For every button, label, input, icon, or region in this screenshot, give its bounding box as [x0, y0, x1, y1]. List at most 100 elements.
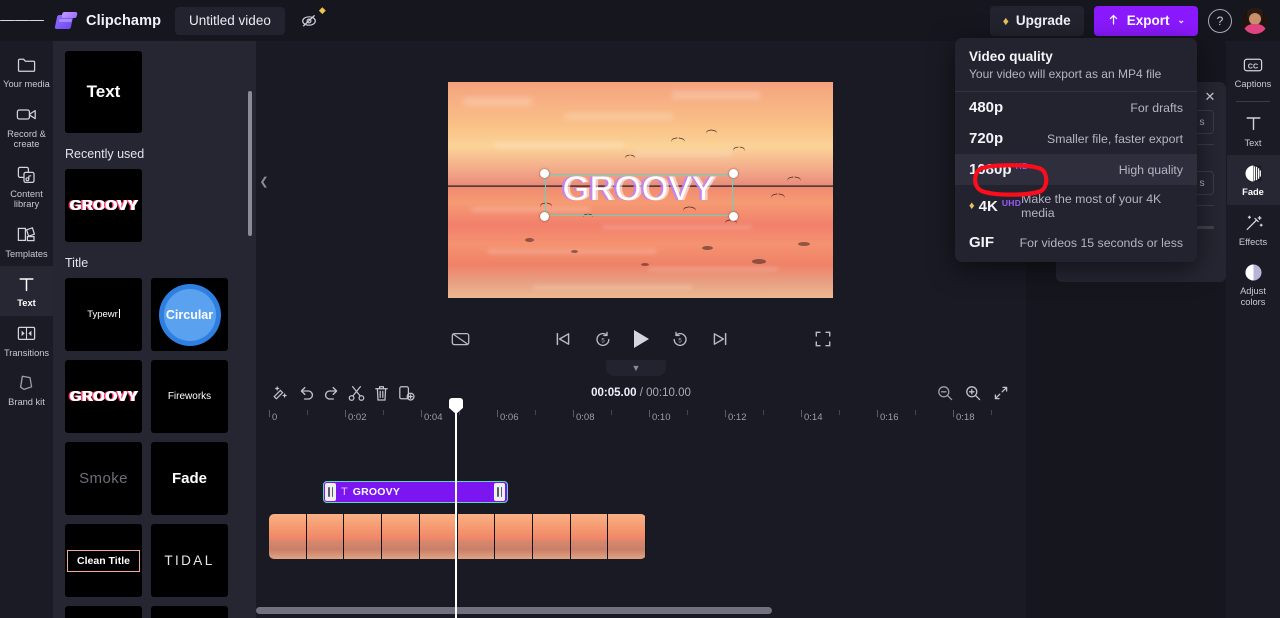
zoom-in-icon[interactable] — [960, 381, 985, 406]
skip-to-end-icon[interactable] — [711, 331, 729, 347]
text-selection-box[interactable]: GROOVY — [540, 169, 738, 221]
delete-icon[interactable] — [369, 381, 394, 406]
rewind-5s-icon[interactable]: 5 — [594, 331, 612, 348]
help-button[interactable]: ? — [1208, 8, 1232, 33]
template-label: GROOVY — [69, 197, 138, 214]
skip-to-start-icon[interactable] — [554, 331, 572, 347]
timeline-text-clip[interactable]: T GROOVY — [323, 481, 508, 503]
no-watermark-icon[interactable]: ◆ — [295, 5, 326, 35]
quality-option-480p[interactable]: 480p For drafts — [955, 92, 1197, 123]
sidebar-item-brand-kit[interactable]: Brand kit — [0, 365, 53, 415]
quality-option-4k[interactable]: ♦ 4K UHD Make the most of your 4K media — [955, 185, 1197, 227]
timeline-scrollbar-thumb[interactable] — [256, 607, 772, 614]
text-template-card[interactable]: TIDAL — [151, 524, 228, 597]
right-item-captions[interactable]: CC Captions — [1227, 47, 1280, 97]
text-template-card[interactable]: GROOVY — [65, 169, 142, 242]
split-icon[interactable] — [344, 381, 369, 406]
template-label: Circular — [165, 307, 214, 322]
play-button[interactable] — [633, 330, 649, 348]
text-template-card[interactable] — [65, 606, 142, 618]
text-template-card[interactable]: Clean Title — [65, 524, 142, 597]
resize-handle-bottom-left[interactable] — [540, 212, 549, 221]
diamond-icon: ♦ — [1002, 13, 1009, 28]
folder-icon — [16, 55, 38, 75]
library-scrollbar[interactable] — [248, 91, 252, 236]
fit-to-screen-icon[interactable] — [988, 381, 1013, 406]
undo-icon[interactable] — [294, 381, 319, 406]
quality-option-720p[interactable]: 720p Smaller file, faster export — [955, 123, 1197, 154]
text-template-card[interactable] — [151, 606, 228, 618]
resize-handle-top-right[interactable] — [729, 169, 738, 178]
text-template-card[interactable]: Smoke — [65, 442, 142, 515]
text-hero-card[interactable]: Text — [65, 51, 142, 133]
timeline-ruler[interactable]: 0 0:02 0:04 0:06 0:08 0:10 0:12 0:14 0:1… — [269, 410, 1013, 428]
project-title-input[interactable]: Untitled video — [175, 6, 285, 35]
template-label: TIDAL — [164, 553, 215, 568]
avatar[interactable] — [1242, 7, 1268, 34]
close-icon[interactable]: ✕ — [1202, 89, 1218, 105]
option-desc: High quality — [1118, 162, 1183, 177]
template-label: GROOVY — [69, 388, 138, 405]
magic-tools-icon[interactable] — [269, 381, 294, 406]
clipchamp-editor: Clipchamp Untitled video ◆ ♦ Upgrade Exp… — [0, 0, 1280, 618]
quality-option-gif[interactable]: GIF For videos 15 seconds or less — [955, 227, 1197, 258]
option-name: 720p — [969, 130, 1004, 147]
timeline-collapse-chevron-down-icon[interactable]: ▼ — [606, 360, 666, 376]
preview-stage: ❮ ❯ — [256, 41, 1026, 360]
timeline: ▼ 00:05.00 / 00:10.00 0 0:02 0:04 0:06 0… — [256, 360, 1026, 618]
right-item-effects[interactable]: Effects — [1227, 205, 1280, 255]
quality-option-1080p[interactable]: 1080p HD High quality — [955, 154, 1197, 185]
resize-handle-top-left[interactable] — [540, 169, 549, 178]
right-item-adjust-colors[interactable]: Adjust colors — [1227, 254, 1280, 314]
sidebar-item-templates[interactable]: Templates — [0, 217, 53, 267]
template-label: Fireworks — [167, 391, 212, 402]
trim-handle-left[interactable] — [325, 483, 336, 501]
uhd-badge: UHD — [1001, 197, 1022, 208]
ruler-label: 0:08 — [576, 412, 595, 423]
text-template-card[interactable]: Fade — [151, 442, 228, 515]
sidebar-item-content-library[interactable]: Content library — [0, 157, 53, 217]
export-label: Export — [1126, 13, 1170, 28]
ruler-label: 0:12 — [728, 412, 747, 423]
hamburger-menu-icon[interactable] — [0, 0, 45, 41]
transitions-icon — [16, 324, 38, 344]
fullscreen-icon[interactable] — [815, 331, 831, 347]
chevron-down-icon: ⌄ — [1177, 15, 1185, 25]
zoom-out-icon[interactable] — [932, 381, 957, 406]
video-preview[interactable]: GROOVY — [448, 82, 833, 298]
sidebar-item-text[interactable]: Text — [0, 266, 53, 316]
right-item-fade[interactable]: Fade — [1226, 155, 1280, 205]
timeline-video-clip[interactable] — [269, 514, 646, 559]
collapse-left-panel-icon[interactable]: ❮ — [256, 163, 272, 199]
section-heading-title: Title — [65, 256, 89, 270]
sidebar-label: Templates — [5, 248, 48, 259]
redo-icon[interactable] — [319, 381, 344, 406]
filmstrip-frame — [382, 514, 420, 559]
section-heading-recently-used: Recently used — [65, 147, 145, 161]
text-template-card[interactable]: Circular — [151, 278, 228, 351]
right-item-text[interactable]: Text — [1227, 106, 1280, 156]
filmstrip-frame — [532, 514, 571, 559]
forward-5s-icon[interactable]: 5 — [671, 331, 689, 348]
resize-handle-bottom-right[interactable] — [729, 212, 738, 221]
filmstrip-frame — [269, 514, 307, 559]
total-time: 00:10.00 — [646, 387, 691, 399]
templates-icon — [16, 225, 38, 245]
adjust-colors-icon — [1242, 262, 1264, 282]
text-template-card[interactable]: Typewr — [65, 278, 142, 351]
sidebar-item-transitions[interactable]: Transitions — [0, 316, 53, 366]
sidebar-label: Brand kit — [8, 397, 45, 407]
export-button[interactable]: Export ⌄ — [1093, 5, 1198, 36]
text-template-card[interactable]: Fireworks — [151, 360, 228, 433]
sidebar-item-record-create[interactable]: Record & create — [0, 97, 53, 157]
duplicate-icon[interactable] — [394, 381, 419, 406]
filmstrip-frame — [570, 514, 609, 559]
upgrade-button[interactable]: ♦ Upgrade — [989, 5, 1084, 36]
playhead[interactable] — [449, 398, 463, 618]
sidebar-item-your-media[interactable]: Your media — [0, 47, 53, 97]
text-template-card[interactable]: GROOVY — [65, 360, 142, 433]
timeline-scrollbar[interactable] — [256, 604, 1026, 618]
brand: Clipchamp — [54, 11, 161, 30]
ruler-label: 0 — [272, 412, 278, 423]
trim-handle-right[interactable] — [494, 483, 505, 501]
